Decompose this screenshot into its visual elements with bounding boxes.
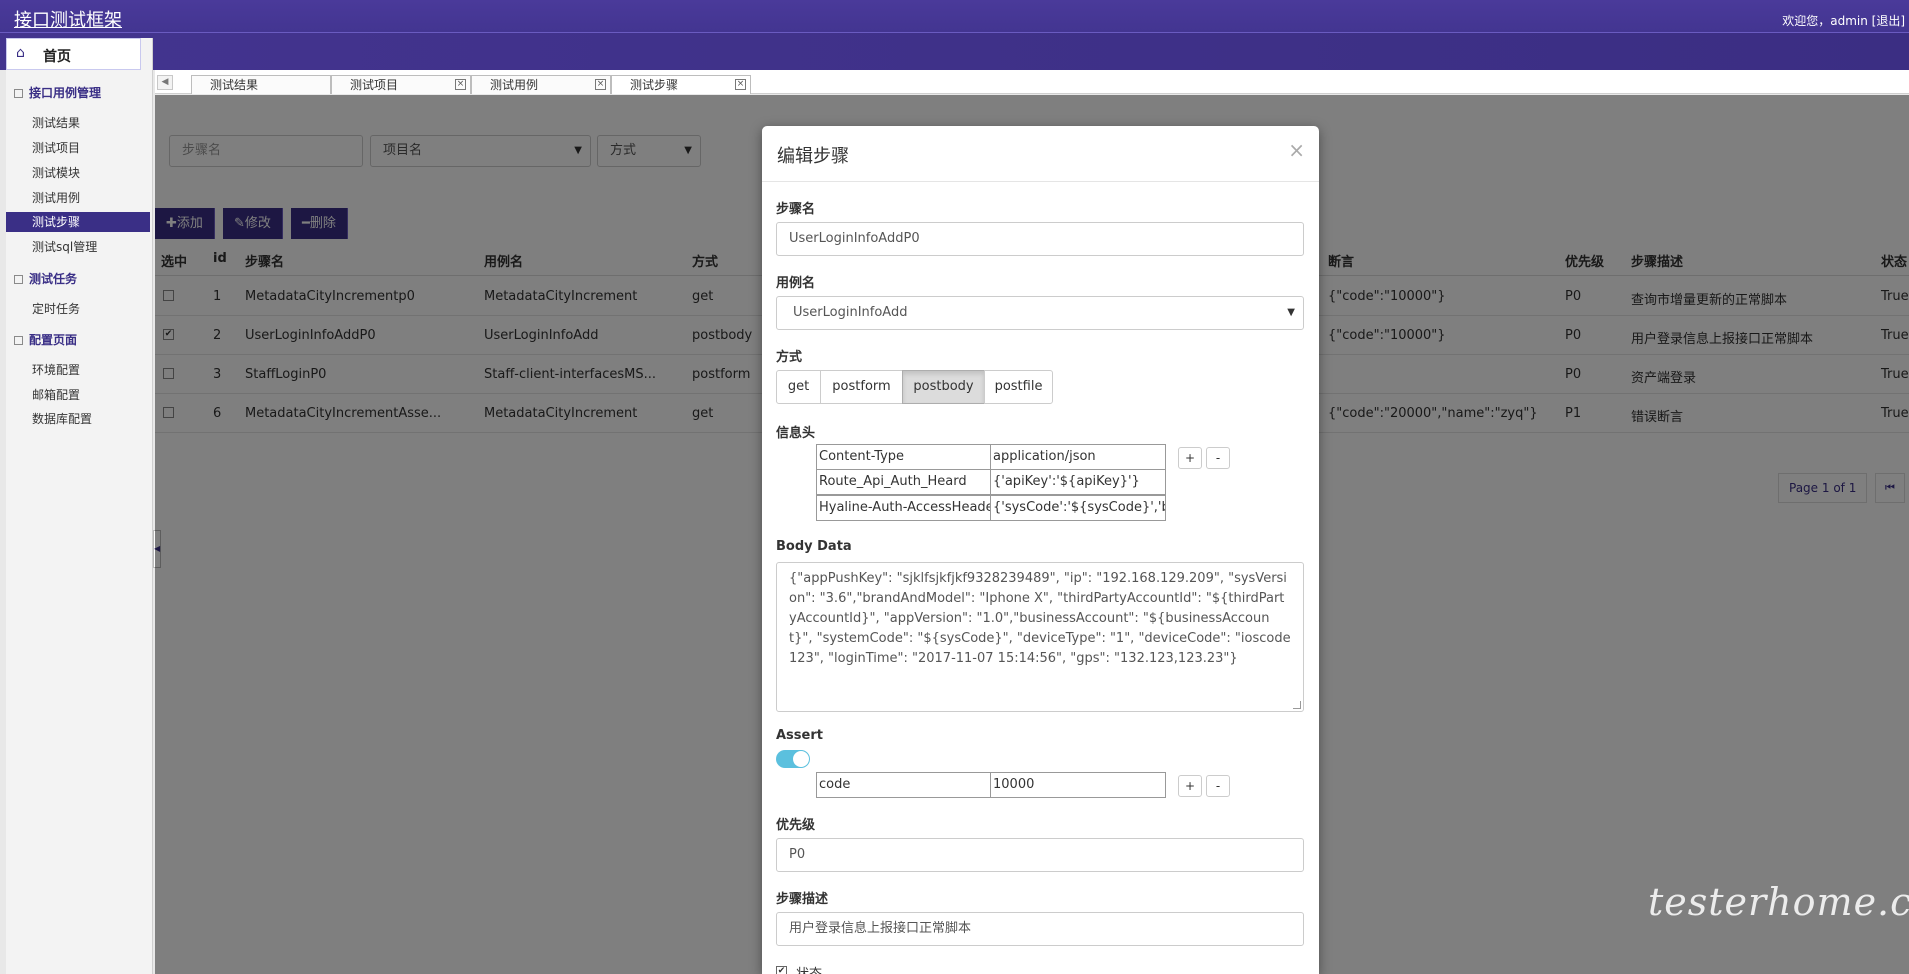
sidebar-section-tasks[interactable]: 测试任务 [14, 270, 77, 287]
tab-scroll-left[interactable]: ◀ [157, 75, 173, 90]
modal-header: 编辑步骤 × [762, 126, 1319, 182]
priority-input[interactable]: P0 [776, 838, 1304, 872]
close-icon[interactable]: × [735, 79, 746, 90]
sidebar-item-projects[interactable]: 测试项目 [6, 138, 150, 158]
method-get-button[interactable]: get [776, 370, 821, 404]
header-value-input[interactable]: {'apiKey':'${apiKey}'} [990, 469, 1166, 495]
header-key-input[interactable]: Route_Api_Auth_Heard [816, 469, 991, 495]
home-tab[interactable]: ⌂ 首页 [6, 38, 141, 70]
header-key-input[interactable]: Content-Type [816, 444, 991, 470]
sidebar-item-results[interactable]: 测试结果 [6, 113, 150, 133]
desc-label: 步骤描述 [776, 892, 829, 907]
modal-title: 编辑步骤 [777, 146, 849, 167]
close-icon[interactable]: × [1288, 138, 1305, 162]
tab-cases[interactable]: 测试用例 × [471, 75, 611, 94]
top-header: 接口测试框架 欢迎您，admin [退出] [0, 0, 1909, 70]
sidebar-item-modules[interactable]: 测试模块 [6, 163, 150, 183]
tab-strip: ◀ 测试结果 测试项目 × 测试用例 × 测试步骤 × [155, 70, 1909, 94]
watermark: testerhome.com [1648, 880, 1909, 924]
body-data-textarea[interactable]: {"appPushKey": "sjklfsjkfjkf9328239489",… [776, 562, 1304, 712]
sidebar-item-cases[interactable]: 测试用例 [6, 188, 150, 208]
desc-input[interactable]: 用户登录信息上报接口正常脚本 [776, 912, 1304, 946]
method-postbody-button[interactable]: postbody [902, 370, 985, 404]
collapse-icon [14, 275, 23, 284]
case-label: 用例名 [776, 276, 816, 291]
assert-key-input[interactable]: code [816, 772, 991, 798]
method-postform-button[interactable]: postform [820, 370, 903, 404]
collapse-icon [14, 336, 23, 345]
tab-projects[interactable]: 测试项目 × [331, 75, 471, 94]
sidebar-section-config[interactable]: 配置页面 [14, 331, 77, 348]
add-assert-button[interactable]: + [1178, 775, 1202, 797]
add-header-button[interactable]: + [1178, 447, 1202, 469]
status-checkbox[interactable]: ✔ [776, 966, 787, 974]
sidebar-item-scheduled[interactable]: 定时任务 [6, 299, 150, 319]
step-name-input[interactable]: UserLoginInfoAddP0 [776, 222, 1304, 256]
close-icon[interactable]: × [455, 79, 466, 90]
collapse-icon [14, 89, 23, 98]
assert-toggle[interactable] [776, 750, 810, 768]
remove-assert-button[interactable]: - [1206, 775, 1230, 797]
assert-value-input[interactable]: 10000 [990, 772, 1166, 798]
header-value-input[interactable]: application/json [990, 444, 1166, 470]
priority-label: 优先级 [776, 818, 816, 833]
sidebar-item-db[interactable]: 数据库配置 [6, 409, 150, 429]
step-name-label: 步骤名 [776, 202, 816, 217]
body-label: Body Data [776, 539, 852, 554]
assert-label: Assert [776, 728, 823, 743]
home-label: 首页 [43, 49, 71, 65]
header-band [0, 32, 1909, 70]
remove-header-button[interactable]: - [1206, 447, 1230, 469]
caret-down-icon: ▼ [1287, 307, 1295, 318]
header-value-input[interactable]: {'sysCode':'${sysCode}','biz [990, 495, 1166, 521]
case-select[interactable]: UserLoginInfoAdd ▼ [776, 296, 1304, 330]
header-key-input[interactable]: Hyaline-Auth-AccessHeade [816, 495, 991, 521]
status-label: 状态 [796, 963, 822, 974]
sidebar-item-env[interactable]: 环境配置 [6, 360, 150, 380]
sidebar-section-case-management[interactable]: 接口用例管理 [14, 84, 101, 101]
sidebar-item-sql[interactable]: 测试sql管理 [6, 237, 150, 257]
edit-step-modal: 编辑步骤 × 步骤名 UserLoginInfoAddP0 用例名 UserLo… [762, 126, 1319, 974]
method-postfile-button[interactable]: postfile [984, 370, 1053, 404]
welcome-text[interactable]: 欢迎您，admin [退出] [1782, 12, 1905, 29]
toggle-knob [793, 751, 809, 767]
home-icon: ⌂ [16, 45, 25, 61]
headers-label: 信息头 [776, 426, 816, 441]
sidebar-item-mail[interactable]: 邮箱配置 [6, 385, 150, 405]
sidebar-item-steps[interactable]: 测试步骤 [6, 212, 150, 232]
resize-handle[interactable] [1293, 701, 1301, 709]
tab-steps[interactable]: 测试步骤 × [611, 75, 751, 94]
method-label: 方式 [776, 350, 803, 365]
tab-results[interactable]: 测试结果 [191, 75, 331, 94]
close-icon[interactable]: × [595, 79, 606, 90]
app-title[interactable]: 接口测试框架 [14, 6, 122, 32]
